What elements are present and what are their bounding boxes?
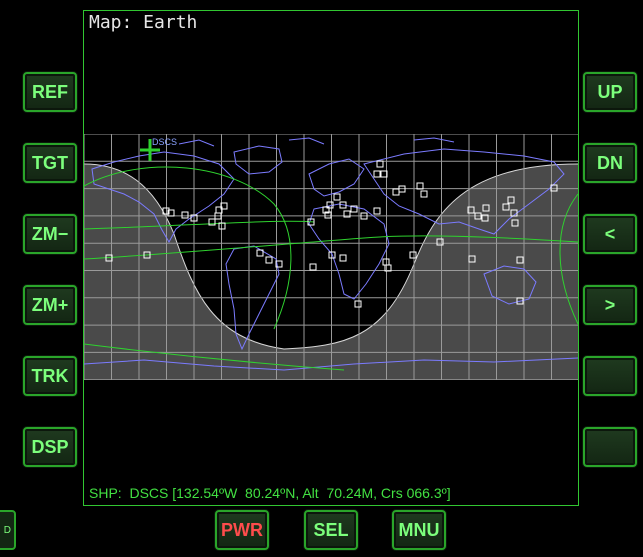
base-marker[interactable]: [409, 251, 417, 259]
ship-marker-label: DSCS: [152, 137, 177, 147]
ref-button[interactable]: REF: [23, 72, 77, 112]
map-title: Map: Earth: [89, 12, 198, 33]
blank-button-5[interactable]: [583, 356, 637, 396]
base-marker[interactable]: [181, 211, 189, 219]
base-marker[interactable]: [265, 256, 273, 264]
ship-status-line: SHP: DSCS [132.54ºW 80.24ºN, Alt 70.24M,…: [89, 485, 451, 501]
greenland-coast: [233, 145, 283, 175]
partial-corner-button[interactable]: D: [0, 510, 16, 550]
mfd-screen: Map: Earth DSCS SHP: DSCS [132.54ºW 80.2…: [83, 10, 579, 506]
base-marker[interactable]: [376, 160, 384, 168]
corner-stub-label: D: [3, 524, 11, 536]
night-shade-right: [284, 164, 578, 380]
menu-button[interactable]: MNU: [392, 510, 446, 550]
base-marker[interactable]: [373, 170, 381, 178]
down-button[interactable]: DN: [583, 143, 637, 183]
power-button[interactable]: PWR: [215, 510, 269, 550]
blank-button-6[interactable]: [583, 427, 637, 467]
base-marker[interactable]: [309, 263, 317, 271]
africa-coast: [308, 203, 390, 300]
select-button[interactable]: SEL: [304, 510, 358, 550]
track-button[interactable]: TRK: [23, 356, 77, 396]
next-button[interactable]: >: [583, 285, 637, 325]
base-marker[interactable]: [373, 207, 381, 215]
europe-coast: [308, 158, 365, 197]
earth-map[interactable]: DSCS: [84, 134, 578, 380]
base-marker[interactable]: [333, 193, 341, 201]
tgt-button[interactable]: TGT: [23, 143, 77, 183]
up-button[interactable]: UP: [583, 72, 637, 112]
ship-marker[interactable]: DSCS: [140, 137, 177, 161]
zoom-in-button[interactable]: ZM+: [23, 285, 77, 325]
arctic-islands: [178, 137, 455, 147]
zoom-out-button[interactable]: ZM−: [23, 214, 77, 254]
base-marker[interactable]: [420, 190, 428, 198]
base-marker[interactable]: [339, 254, 347, 262]
base-marker[interactable]: [392, 188, 400, 196]
previous-button[interactable]: <: [583, 214, 637, 254]
display-button[interactable]: DSP: [23, 427, 77, 467]
base-marker[interactable]: [354, 300, 362, 308]
